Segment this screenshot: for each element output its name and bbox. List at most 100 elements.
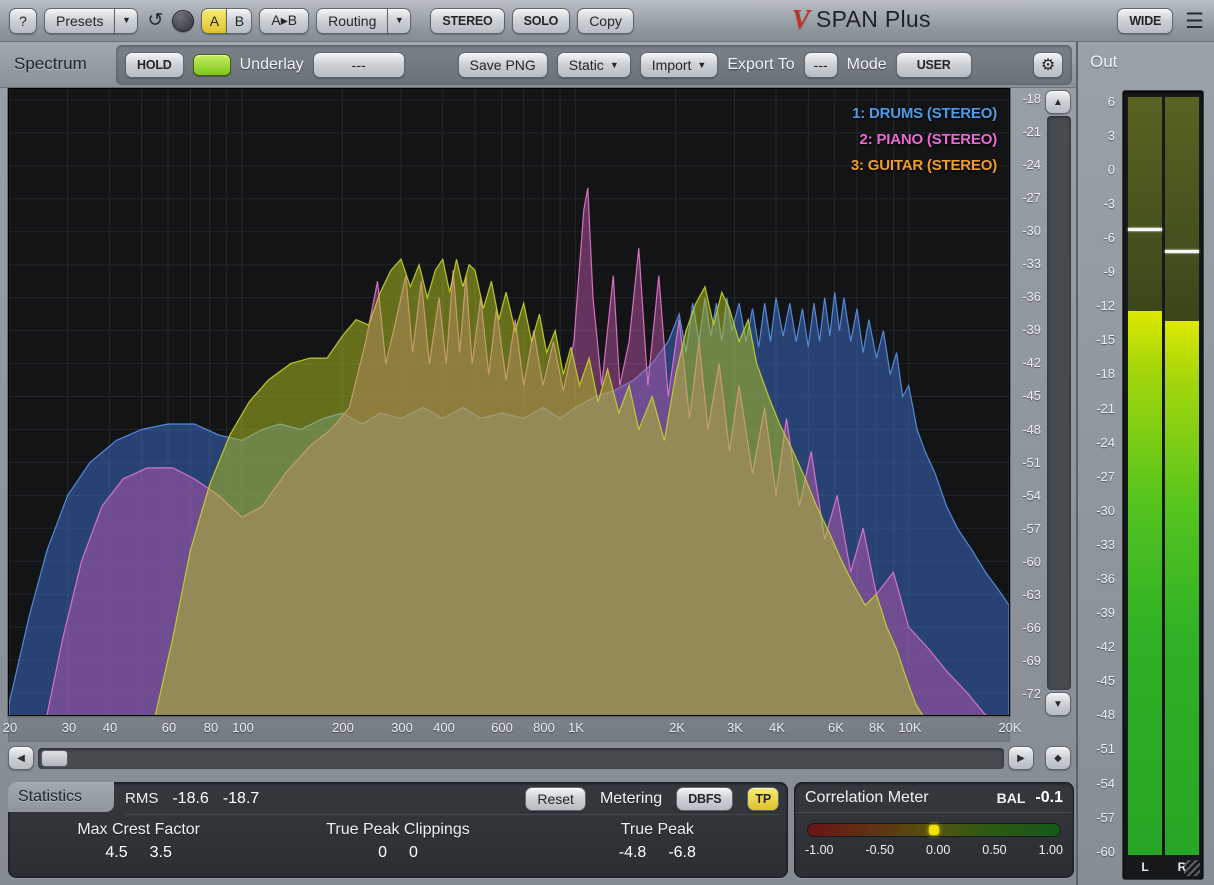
meter-scale-label: 3 — [1108, 128, 1115, 143]
mode-label: Mode — [847, 56, 887, 74]
freq-axis-label: 4K — [769, 720, 785, 735]
meter-bar-left[interactable] — [1128, 97, 1162, 855]
export-to-value-button[interactable]: --- — [804, 52, 838, 78]
meter-scale-label: -18 — [1096, 366, 1115, 381]
meter-scale-label: -27 — [1096, 469, 1115, 484]
routing-button[interactable]: Routing — [316, 8, 388, 34]
mode-user-button[interactable]: USER — [896, 52, 972, 78]
freq-axis-label: 40 — [103, 720, 117, 735]
db-axis-label: -72 — [1022, 686, 1041, 701]
meter-panel[interactable]: L R — [1122, 90, 1204, 880]
frequency-axis: 20304060801002003004006008001K2K3K4K6K8K… — [8, 716, 1010, 742]
meter-scale-label: -48 — [1096, 707, 1115, 722]
tab-statistics[interactable]: Statistics — [8, 782, 114, 812]
freq-axis-label: 20K — [998, 720, 1021, 735]
peak-marker-right — [1165, 250, 1199, 253]
stat-value-right: 3.5 — [150, 844, 172, 862]
db-axis-label: -48 — [1022, 422, 1041, 437]
settings-gear-icon[interactable]: ⚙ — [1033, 52, 1063, 78]
db-axis: -18-21-24-27-30-33-36-39-42-45-48-51-54-… — [1010, 88, 1044, 716]
menu-icon[interactable]: ☰ — [1183, 9, 1206, 34]
wide-button[interactable]: WIDE — [1117, 8, 1173, 34]
meter-scale-label: -9 — [1103, 264, 1115, 279]
db-axis-label: -69 — [1022, 653, 1041, 668]
meter-scale-label: -45 — [1096, 673, 1115, 688]
correlation-meter-panel: Correlation Meter BAL -0.1 -1.00 -0.50 0… — [794, 782, 1074, 878]
scroll-down-button[interactable]: ▼ — [1045, 692, 1071, 716]
freq-axis-label: 10K — [898, 720, 921, 735]
stat-value-right: 0 — [409, 844, 418, 862]
save-png-button[interactable]: Save PNG — [458, 52, 548, 78]
reset-button[interactable]: Reset — [525, 787, 586, 811]
corr-scale-label: -1.00 — [805, 843, 834, 857]
legend-item-guitar[interactable]: 3: GUITAR (STEREO) — [851, 153, 997, 179]
spectrum-plot[interactable]: 1: DRUMS (STEREO) 2: PIANO (STEREO) 3: G… — [8, 88, 1010, 716]
presets-button[interactable]: Presets — [44, 8, 115, 34]
db-axis-label: -60 — [1022, 554, 1041, 569]
stereo-button[interactable]: STEREO — [430, 8, 504, 34]
scroll-left-button[interactable]: ◀ — [8, 746, 34, 770]
stat-label: True Peak Clippings — [268, 821, 527, 839]
stat-label: Max Crest Factor — [9, 821, 268, 839]
meter-scale-label: -36 — [1096, 571, 1115, 586]
freq-axis-label: 200 — [332, 720, 354, 735]
db-axis-label: -66 — [1022, 620, 1041, 635]
statistics-panel: RMS -18.6 -18.7 Reset Metering DBFS TP M… — [8, 782, 788, 878]
meter-scale-label: 0 — [1108, 162, 1115, 177]
horizontal-scroll-thumb[interactable] — [41, 750, 68, 767]
voxengo-logo-icon: V — [792, 4, 810, 35]
db-axis-label: -57 — [1022, 521, 1041, 536]
underlay-led-button[interactable] — [193, 54, 231, 76]
stat-value-right: -6.8 — [668, 844, 696, 862]
help-button[interactable]: ? — [9, 8, 37, 34]
meter-scale-label: -6 — [1103, 230, 1115, 245]
ab-knob[interactable] — [172, 10, 194, 32]
stat-value-left: -4.8 — [619, 844, 647, 862]
db-axis-label: -39 — [1022, 322, 1041, 337]
import-dropdown[interactable]: Import ▼ — [640, 52, 719, 78]
routing-dropdown-icon[interactable]: ▼ — [387, 8, 411, 34]
rms-value-right: -18.7 — [223, 790, 259, 808]
pan-diamond-button[interactable]: ◆ — [1045, 746, 1071, 770]
copy-button[interactable]: Copy — [577, 8, 634, 34]
underlay-value-button[interactable]: --- — [313, 52, 405, 78]
horizontal-scroll-track[interactable] — [38, 748, 1004, 769]
db-axis-label: -30 — [1022, 223, 1041, 238]
stat-value-left: 0 — [378, 844, 387, 862]
bal-label: BAL — [997, 790, 1026, 806]
dbfs-button[interactable]: DBFS — [676, 787, 733, 811]
rms-value-left: -18.6 — [172, 790, 208, 808]
meter-scale-label: -51 — [1096, 741, 1115, 756]
vertical-scroll-track[interactable] — [1047, 116, 1071, 690]
presets-dropdown-icon[interactable]: ▼ — [114, 8, 138, 34]
meter-bar-right[interactable] — [1165, 97, 1199, 855]
db-axis-label: -42 — [1022, 355, 1041, 370]
meter-level-left — [1128, 311, 1162, 855]
import-label: Import — [652, 57, 692, 73]
app-title: SPAN Plus — [816, 6, 931, 33]
solo-button[interactable]: SOLO — [512, 8, 571, 34]
undo-icon[interactable]: ↺ — [145, 9, 165, 32]
hold-button[interactable]: HOLD — [125, 52, 184, 78]
a-to-b-button[interactable]: A▸B — [259, 8, 309, 34]
freq-axis-label: 80 — [204, 720, 218, 735]
resize-grip[interactable] — [1184, 860, 1200, 876]
tab-spectrum[interactable]: Spectrum — [14, 54, 87, 74]
a-button[interactable]: A — [201, 8, 227, 34]
db-axis-label: -45 — [1022, 388, 1041, 403]
export-to-label: Export To — [727, 56, 794, 74]
legend-item-piano[interactable]: 2: PIANO (STEREO) — [851, 127, 997, 153]
tp-button[interactable]: TP — [747, 787, 779, 811]
meter-scale-label: -24 — [1096, 435, 1115, 450]
scroll-right-button[interactable]: ▶ — [1008, 746, 1034, 770]
scroll-up-button[interactable]: ▲ — [1045, 90, 1071, 114]
stat-value-left: 4.5 — [105, 844, 127, 862]
legend-item-drums[interactable]: 1: DRUMS (STEREO) — [851, 101, 997, 127]
channel-label-left: L — [1128, 860, 1162, 874]
peak-marker-left — [1128, 228, 1162, 231]
b-button[interactable]: B — [226, 8, 252, 34]
static-dropdown[interactable]: Static ▼ — [557, 52, 631, 78]
meter-scale-label: -54 — [1096, 776, 1115, 791]
freq-axis-label: 30 — [62, 720, 76, 735]
meter-scale-label: -60 — [1096, 844, 1115, 859]
